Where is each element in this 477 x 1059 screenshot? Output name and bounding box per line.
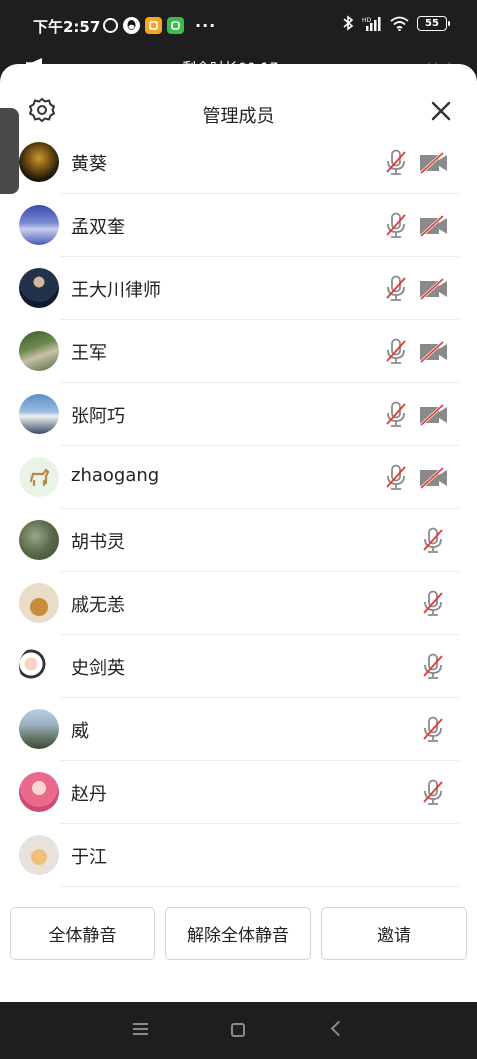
avatar: [19, 394, 59, 434]
system-icons: HD 55: [342, 15, 450, 31]
member-list: 黄葵 孟双奎 王大川律师 王军 张阿巧 zhaogang 胡书灵 戚无恙 史剑英…: [0, 131, 477, 887]
status-time: 下午2:57: [33, 18, 101, 36]
mic-muted-icon[interactable]: [422, 779, 444, 806]
avatar: [19, 709, 59, 749]
member-name: 孟双奎: [71, 217, 125, 238]
bluetooth-icon: [343, 15, 354, 31]
member-name: 赵丹: [71, 784, 107, 805]
member-name: 王大川律师: [71, 280, 161, 301]
member-name: 戚无恙: [71, 595, 125, 616]
member-name: 张阿巧: [71, 406, 125, 427]
alarm-icon: [103, 18, 118, 33]
notification-icons: ···: [103, 16, 216, 35]
mic-muted-icon[interactable]: [422, 716, 444, 743]
mic-muted-icon[interactable]: [422, 527, 444, 554]
more-notifications-icon: ···: [195, 16, 217, 35]
member-name: 威: [71, 721, 89, 742]
camera-off-icon[interactable]: [418, 404, 449, 426]
mic-muted-icon[interactable]: [422, 590, 444, 617]
mic-muted-icon[interactable]: [385, 338, 407, 365]
avatar: [19, 268, 59, 308]
member-row[interactable]: 黄葵: [0, 131, 477, 194]
member-row[interactable]: 王大川律师: [0, 257, 477, 320]
member-row[interactable]: 孟双奎: [0, 194, 477, 257]
floating-side-handle[interactable]: [0, 108, 19, 194]
camera-off-icon[interactable]: [418, 467, 449, 489]
wechat-notification-icon: [167, 17, 184, 34]
manage-members-sheet: 管理成员 黄葵 孟双奎 王大川律师 王军 张阿巧 zhaogang 胡书灵 戚无…: [0, 64, 477, 1002]
qq-icon: [123, 17, 140, 34]
mic-muted-icon[interactable]: [385, 401, 407, 428]
divider: [60, 886, 459, 887]
signal-icon: HD: [362, 16, 381, 31]
member-row[interactable]: 戚无恙: [0, 572, 477, 635]
member-row[interactable]: 赵丹: [0, 761, 477, 824]
avatar: [19, 520, 59, 560]
member-row[interactable]: zhaogang: [0, 446, 477, 509]
navigation-bar: [0, 1002, 477, 1059]
avatar: [19, 835, 59, 875]
invite-button[interactable]: 邀请: [321, 907, 467, 960]
camera-off-icon[interactable]: [418, 152, 449, 174]
animal-icon: [29, 468, 50, 487]
member-row[interactable]: 于江: [0, 824, 477, 887]
member-row[interactable]: 史剑英: [0, 635, 477, 698]
svg-text:HD: HD: [362, 17, 372, 24]
mic-muted-icon[interactable]: [385, 275, 407, 302]
unmute-all-button[interactable]: 解除全体静音: [165, 907, 311, 960]
member-name: 黄葵: [71, 154, 107, 175]
close-icon[interactable]: [428, 98, 454, 124]
member-row[interactable]: 张阿巧: [0, 383, 477, 446]
camera-off-icon[interactable]: [418, 215, 449, 237]
member-row[interactable]: 胡书灵: [0, 509, 477, 572]
sheet-title: 管理成员: [202, 106, 275, 127]
member-name: 史剑英: [71, 658, 125, 679]
camera-off-icon[interactable]: [418, 278, 449, 300]
mic-muted-icon[interactable]: [385, 464, 407, 491]
avatar: [19, 142, 59, 182]
camera-off-icon[interactable]: [418, 341, 449, 363]
mute-all-button[interactable]: 全体静音: [10, 907, 155, 960]
mic-muted-icon[interactable]: [385, 212, 407, 239]
member-name: zhaogang: [71, 465, 160, 486]
action-bar: 全体静音 解除全体静音 邀请: [0, 907, 477, 962]
avatar: [19, 331, 59, 371]
member-name: 胡书灵: [71, 532, 125, 553]
mic-muted-icon[interactable]: [422, 653, 444, 680]
avatar: [19, 205, 59, 245]
battery-icon: 55: [417, 15, 450, 31]
member-name: 于江: [71, 847, 107, 868]
member-row[interactable]: 威: [0, 698, 477, 761]
avatar: [19, 583, 59, 623]
mic-muted-icon[interactable]: [385, 149, 407, 176]
wifi-icon: [390, 16, 409, 31]
member-row[interactable]: 王军: [0, 320, 477, 383]
member-name: 王军: [71, 343, 107, 364]
back-icon[interactable]: [330, 1020, 347, 1037]
status-bar: 下午2:57 ··· HD 55: [0, 0, 477, 52]
app-notification-icon: [145, 17, 162, 34]
home-icon[interactable]: [231, 1023, 245, 1037]
avatar: [19, 457, 59, 497]
menu-icon[interactable]: [133, 1023, 148, 1035]
avatar: [19, 772, 59, 812]
avatar: [19, 646, 59, 686]
